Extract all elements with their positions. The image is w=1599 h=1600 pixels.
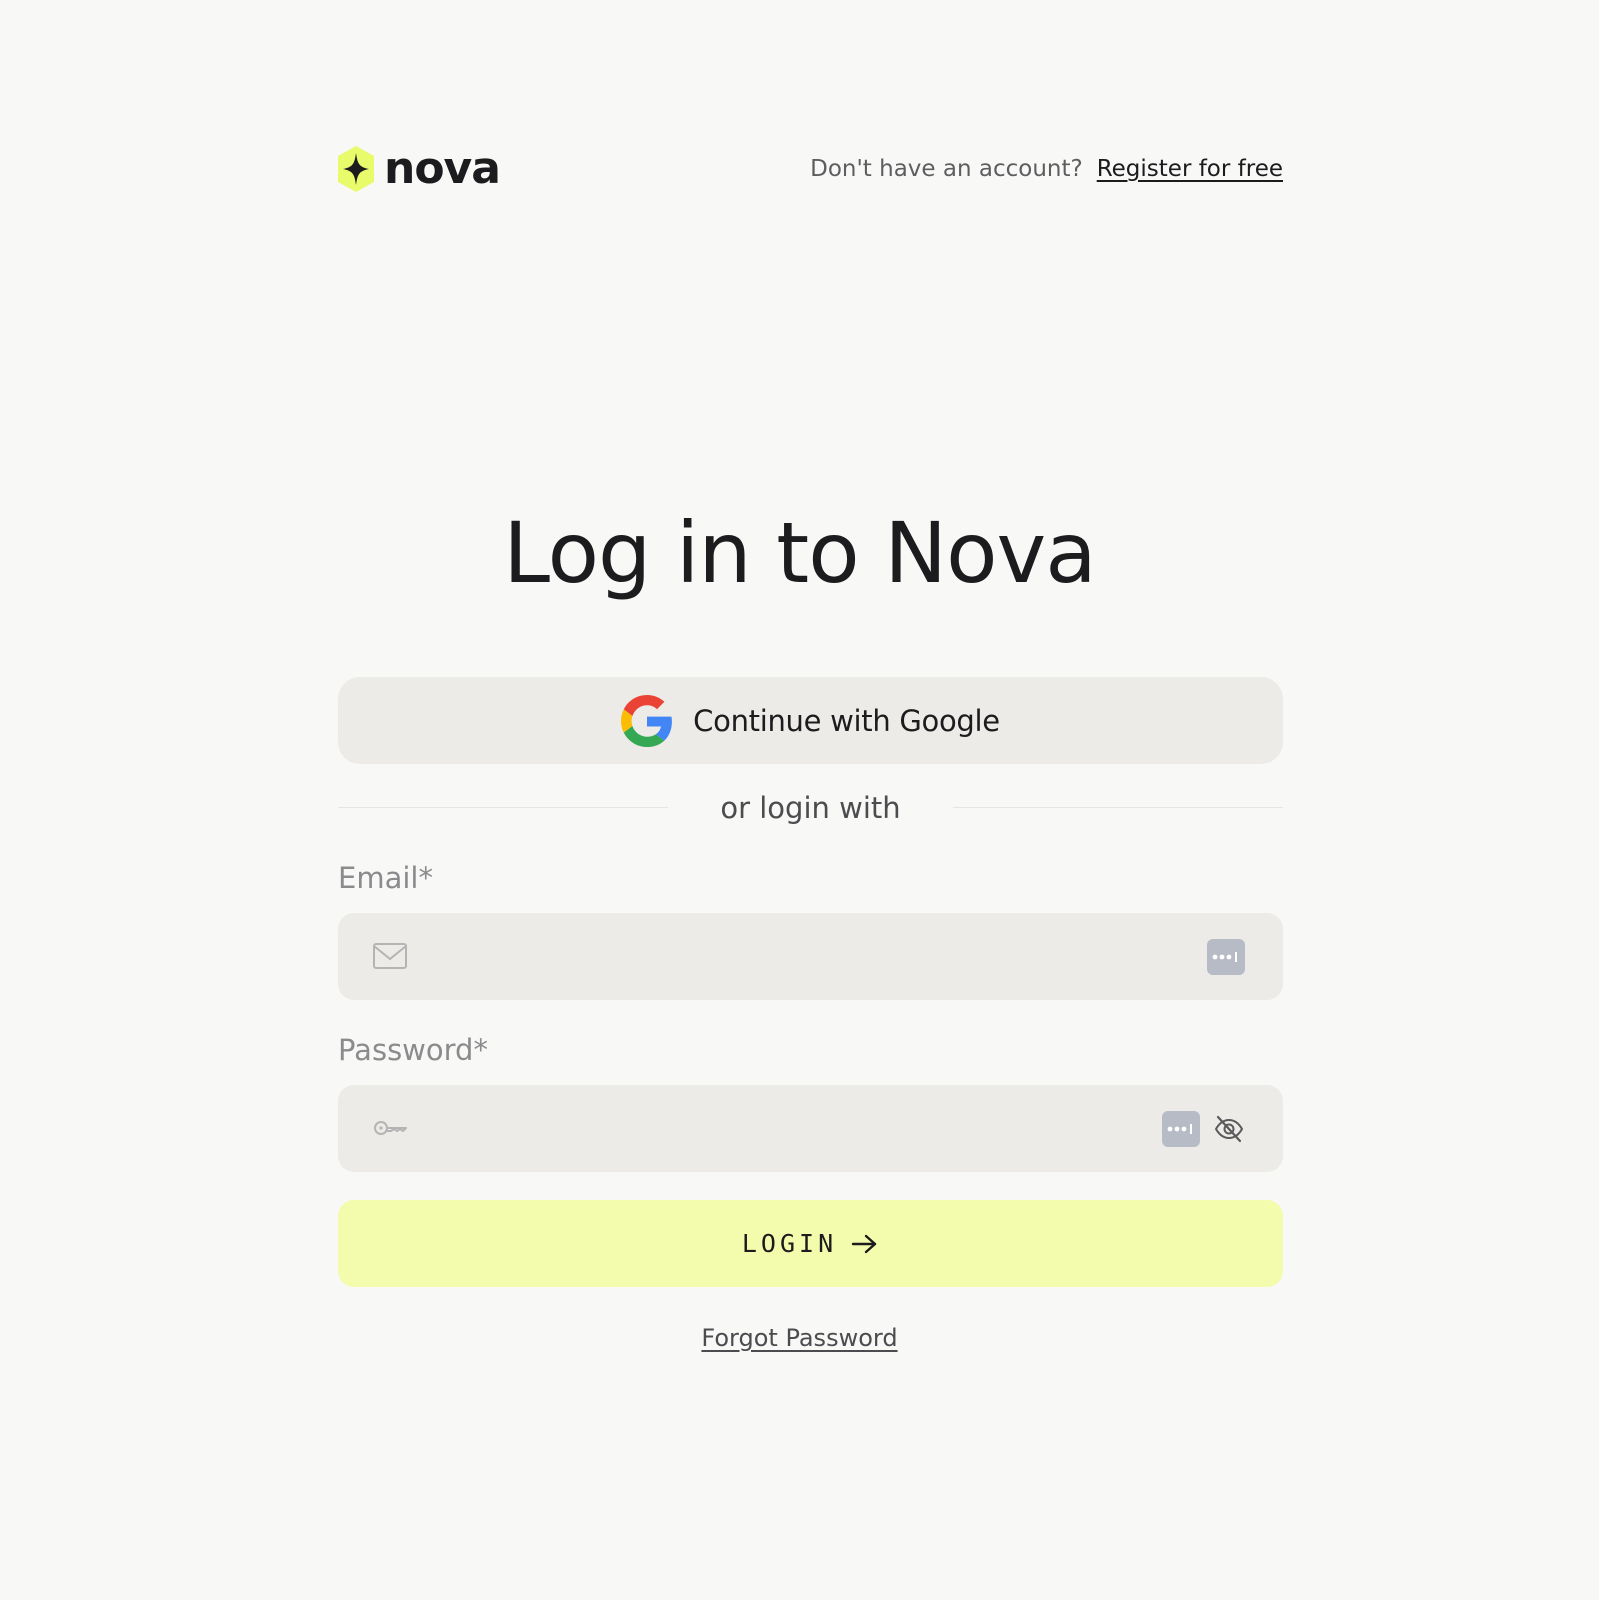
login-button-label: LOGIN [741, 1229, 838, 1258]
forgot-password-link[interactable]: Forgot Password [701, 1324, 897, 1352]
no-account-text: Don't have an account? [810, 156, 1083, 182]
login-divider: or login with [338, 788, 1283, 828]
password-field-container[interactable] [338, 1085, 1283, 1172]
arrow-right-icon [851, 1234, 877, 1253]
register-prompt: Don't have an account? Register for free [810, 152, 1283, 186]
email-input[interactable] [428, 913, 1128, 1000]
divider-text: or login with [720, 791, 901, 825]
email-field-container[interactable] [338, 913, 1283, 1000]
brand-logo[interactable]: nova [338, 143, 501, 194]
mail-icon [373, 943, 407, 969]
register-link[interactable]: Register for free [1097, 156, 1283, 182]
continue-with-google-button[interactable]: Continue with Google [338, 677, 1283, 764]
page-title: Log in to Nova [503, 504, 1096, 602]
brand-name: nova [384, 143, 501, 194]
eye-off-icon[interactable] [1213, 1113, 1245, 1145]
forgot-password-container: Forgot Password [0, 1320, 1599, 1356]
email-label: Email* [338, 861, 433, 895]
password-manager-icon[interactable] [1162, 1111, 1200, 1147]
key-icon [374, 1121, 407, 1135]
dots-icon [1167, 1124, 1192, 1134]
password-label: Password* [338, 1033, 488, 1067]
password-manager-icon[interactable] [1207, 939, 1245, 975]
password-input[interactable] [428, 1085, 1128, 1172]
divider-line-right [953, 807, 1283, 808]
login-button[interactable]: LOGIN [338, 1200, 1283, 1287]
dots-icon [1212, 952, 1237, 962]
star-logo-icon [338, 146, 374, 192]
google-icon [621, 694, 673, 747]
google-button-label: Continue with Google [693, 703, 1000, 738]
